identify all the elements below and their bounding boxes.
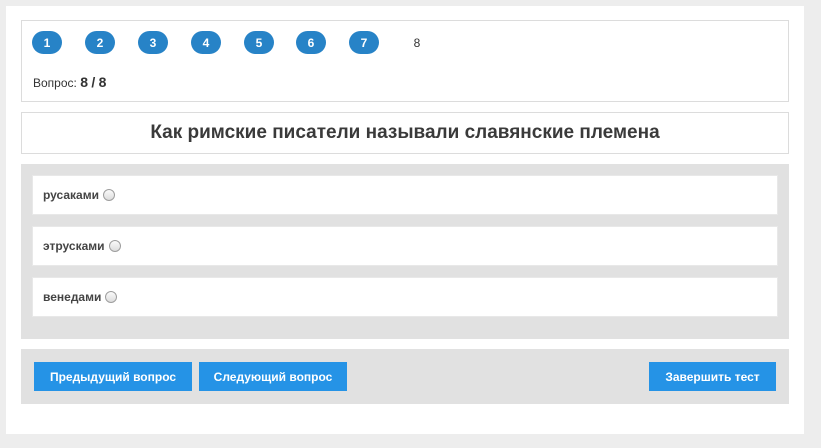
answer-option[interactable]: этрусками [32, 226, 778, 266]
question-pill-1[interactable]: 1 [32, 31, 62, 54]
question-title-box: Как римские писатели называли славянские… [21, 112, 789, 154]
question-pill-7[interactable]: 7 [349, 31, 379, 54]
radio-button[interactable] [105, 291, 118, 303]
answer-option[interactable]: венедами [32, 277, 778, 317]
test-card: 1 2 3 4 5 6 7 8 Вопрос: 8 / 8 Как римски… [6, 6, 804, 434]
question-pill-4[interactable]: 4 [191, 31, 221, 54]
question-title: Как римские писатели называли славянские… [150, 122, 660, 143]
question-pill-2[interactable]: 2 [85, 31, 115, 54]
answer-option[interactable]: русаками [32, 175, 778, 215]
question-pill-3[interactable]: 3 [138, 31, 168, 54]
previous-question-button[interactable]: Предыдущий вопрос [34, 362, 192, 391]
question-pill-6[interactable]: 6 [296, 31, 326, 54]
footer-toolbar: Предыдущий вопрос Следующий вопрос Завер… [21, 349, 789, 404]
answers-panel: русаками этрусками венедами [21, 164, 789, 339]
question-counter: Вопрос: 8 / 8 [33, 74, 106, 90]
counter-total: 8 [98, 74, 107, 90]
radio-button[interactable] [108, 240, 121, 252]
answer-label: русаками [43, 188, 99, 202]
question-navigation: 1 2 3 4 5 6 7 8 Вопрос: 8 / 8 [21, 20, 789, 102]
counter-current: 8 [80, 74, 88, 90]
counter-separator: / [91, 74, 96, 90]
answer-label: этрусками [43, 239, 105, 253]
question-pill-8-current[interactable]: 8 [402, 31, 432, 54]
answer-label: венедами [43, 290, 102, 304]
radio-button[interactable] [102, 189, 115, 201]
question-pill-5[interactable]: 5 [244, 31, 274, 54]
counter-label: Вопрос: [33, 76, 77, 90]
next-question-button[interactable]: Следующий вопрос [199, 362, 347, 391]
finish-test-button[interactable]: Завершить тест [649, 362, 776, 391]
